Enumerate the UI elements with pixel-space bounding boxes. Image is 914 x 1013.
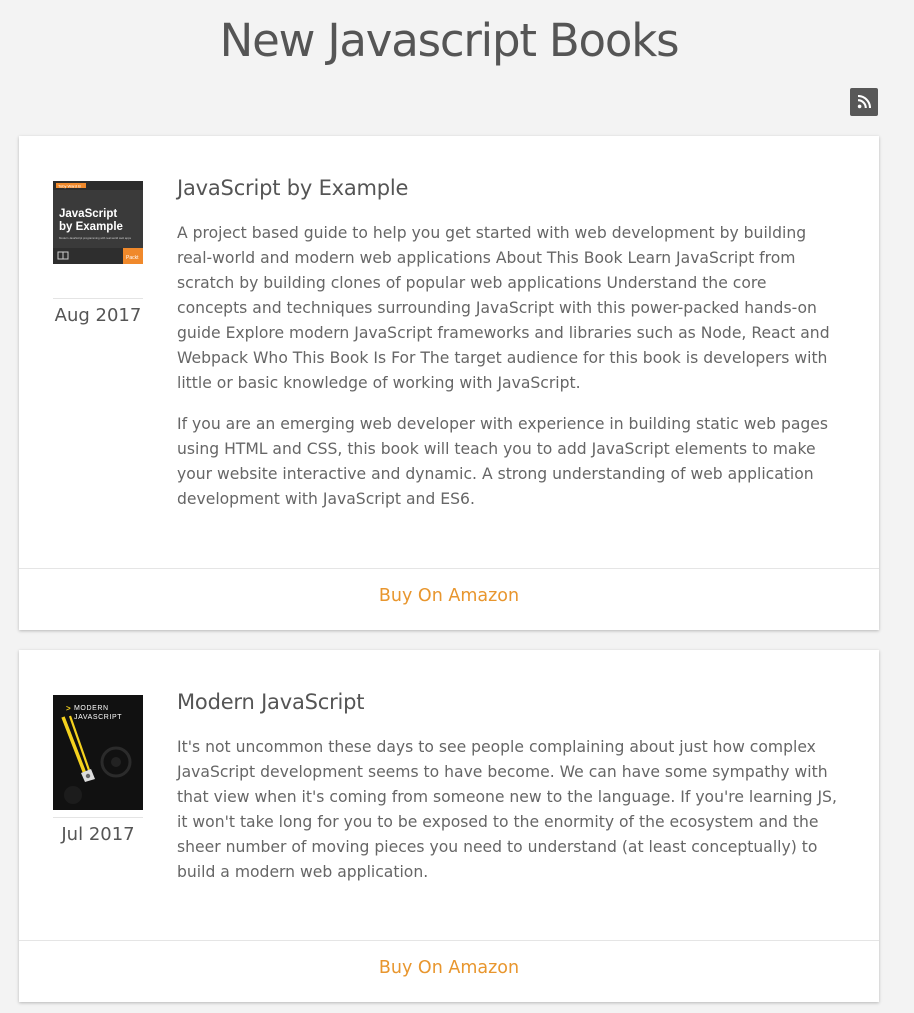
book-cover-image: Toby Ward B JavaScript by Example Modern…: [53, 181, 143, 264]
book-cover[interactable]: > MODERN JAVASCRIPT: [53, 695, 143, 810]
description-paragraph: A project based guide to help you get st…: [177, 224, 830, 392]
cover-author: Toby Ward B: [58, 183, 81, 188]
book-cover[interactable]: Toby Ward B JavaScript by Example Modern…: [53, 181, 143, 264]
buy-on-amazon-link[interactable]: Buy On Amazon: [19, 569, 879, 606]
book-card: > MODERN JAVASCRIPT Jul 2017 Modern Java…: [19, 650, 879, 1002]
card-footer: Buy On Amazon: [19, 568, 879, 630]
publication-date: Jul 2017: [61, 824, 135, 845]
card-footer: Buy On Amazon: [19, 940, 879, 1002]
rss-feed-button[interactable]: [850, 88, 878, 116]
publication-date: Aug 2017: [54, 305, 142, 326]
buy-on-amazon-link[interactable]: Buy On Amazon: [19, 941, 879, 978]
book-description: A project based guide to help you get st…: [177, 221, 837, 512]
cover-divider: [53, 298, 143, 299]
book-cover-image: > MODERN JAVASCRIPT: [53, 695, 143, 810]
rss-icon: [857, 95, 871, 109]
cover-title-line1: JavaScript: [59, 208, 117, 220]
book-title: JavaScript by Example: [177, 176, 409, 200]
book-description: It's not uncommon these days to see peop…: [177, 735, 837, 885]
cover-title-line1: MODERN: [74, 705, 109, 712]
cover-divider: [53, 817, 143, 818]
cover-title-line2: JAVASCRIPT: [74, 714, 122, 721]
description-paragraph: It's not uncommon these days to see peop…: [177, 738, 837, 881]
page-title: New Javascript Books: [219, 14, 680, 67]
book-title: Modern JavaScript: [177, 690, 365, 714]
cover-publisher: Packt: [126, 255, 139, 261]
cover-title-line2: by Example: [59, 221, 123, 233]
svg-text:>: >: [66, 704, 71, 713]
book-card: Toby Ward B JavaScript by Example Modern…: [19, 136, 879, 630]
description-paragraph: If you are an emerging web developer wit…: [177, 415, 829, 508]
cover-tagline: Modern JavaScript programming with real …: [59, 236, 132, 240]
